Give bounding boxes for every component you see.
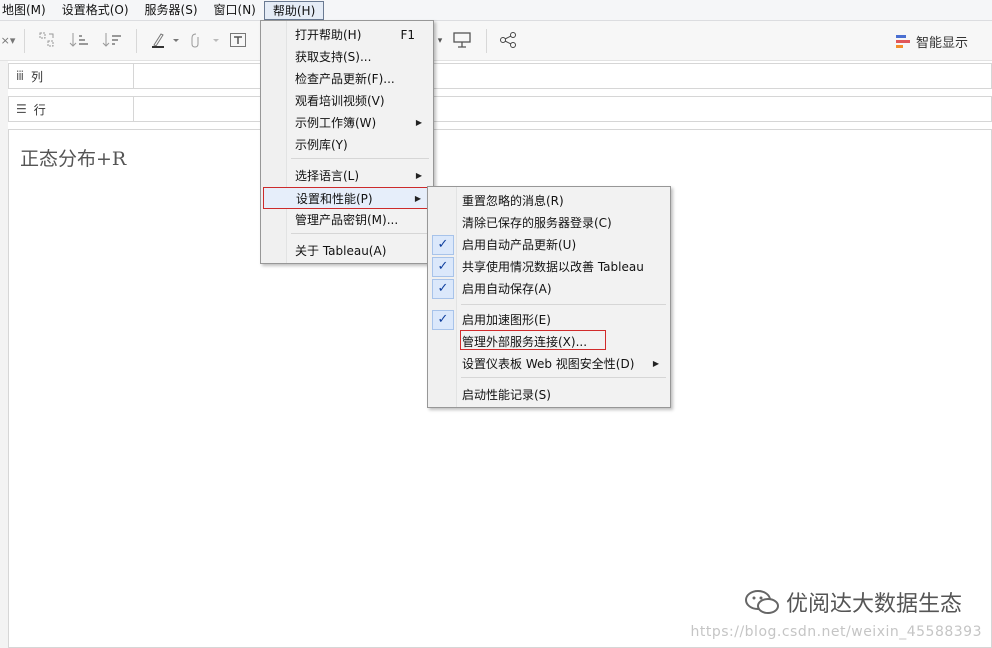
menu-window[interactable]: 窗口(N)	[206, 1, 264, 20]
menu-divider	[461, 304, 666, 305]
menu-server[interactable]: 服务器(S)	[137, 1, 206, 20]
settings-menu-item[interactable]: ✓ 启用加速图形(E)	[430, 309, 668, 331]
help-menu-item[interactable]: 选择语言(L) ▶	[263, 165, 431, 187]
help-menu-item[interactable]: 检查产品更新(F)...	[263, 68, 431, 90]
settings-menu-item[interactable]: ✓ 启用自动保存(A)	[430, 278, 668, 300]
help-menu-item[interactable]: 关于 Tableau(A)	[263, 240, 431, 262]
menu-item-label: 启用自动保存(A)	[462, 282, 552, 296]
menu-item-label: 示例工作簿(W)	[295, 116, 377, 130]
submenu-arrow-icon: ▶	[415, 171, 422, 180]
text-label-icon[interactable]	[228, 31, 248, 51]
settings-menu-item[interactable]: ✓ 共享使用情况数据以改善 Tableau	[430, 256, 668, 278]
settings-menu-item[interactable]: 清除已保存的服务器登录(C)	[430, 212, 668, 234]
columns-label-text: 列	[31, 69, 44, 84]
help-menu-item[interactable]: 管理产品密钥(M)...	[263, 209, 431, 231]
help-menu-item[interactable]: 示例工作簿(W) ▶	[263, 112, 431, 134]
menu-item-label: 选择语言(L)	[295, 169, 360, 183]
help-menu-item[interactable]: 设置和性能(P) ▶	[263, 187, 431, 209]
highlight-pen-icon[interactable]	[148, 31, 180, 51]
settings-performance-submenu: 重置忽略的消息(R) 清除已保存的服务器登录(C) ✓ 启用自动产品更新(U) ✓ 共享使…	[427, 186, 671, 408]
columns-shelf-label: iii 列	[9, 64, 134, 88]
dropdown-arrow-icon[interactable]: ▾	[436, 31, 444, 51]
presentation-mode-icon[interactable]	[451, 31, 473, 51]
attach-clip-icon[interactable]	[186, 31, 220, 51]
menu-format[interactable]: 设置格式(O)	[54, 1, 137, 20]
sort-ascending-icon[interactable]	[68, 31, 92, 51]
menu-item-label: 打开帮助(H)	[295, 28, 362, 42]
menu-item-label: 设置仪表板 Web 视图安全性(D)	[462, 357, 635, 371]
left-panel-edge	[0, 61, 8, 648]
checkmark-icon: ✓	[432, 310, 454, 330]
menu-help[interactable]: 帮助(H)	[263, 0, 325, 20]
help-menu-item[interactable]: 打开帮助(H) F1	[263, 24, 431, 46]
checkmark-icon: ✓	[432, 235, 454, 255]
menu-item-label: 启用加速图形(E)	[462, 313, 551, 327]
menu-item-label: 检查产品更新(F)...	[295, 72, 395, 86]
settings-menu-item[interactable]: 管理外部服务连接(X)...	[430, 330, 668, 353]
menu-item-label: 获取支持(S)...	[295, 50, 372, 64]
menu-item-label: 启动性能记录(S)	[462, 388, 551, 402]
highlight-box	[460, 330, 606, 350]
menu-item-shortcut: F1	[400, 28, 415, 42]
menu-item-label: 共享使用情况数据以改善 Tableau	[462, 260, 644, 274]
share-icon[interactable]	[498, 31, 518, 51]
menu-divider	[291, 233, 429, 234]
submenu-arrow-icon: ▶	[414, 194, 421, 203]
smart-show-button[interactable]: 智能显示	[895, 31, 968, 51]
help-menu-item[interactable]: 获取支持(S)...	[263, 46, 431, 68]
watermark: 优阅达大数据生态	[744, 586, 962, 618]
rows-shelf[interactable]: ☰ 行	[8, 96, 992, 122]
menu-divider	[461, 377, 666, 378]
menu-item-label: 启用自动产品更新(U)	[462, 238, 577, 252]
toolbar-separator	[24, 29, 25, 53]
sheet-title[interactable]: 正态分布+R	[20, 144, 126, 171]
help-menu: 打开帮助(H) F1 获取支持(S)... 检查产品更新(F)... 观看培训视频(V)…	[260, 20, 434, 264]
smart-show-label: 智能显示	[915, 35, 968, 51]
wechat-icon	[744, 590, 779, 614]
menu-item-label: 关于 Tableau(A)	[295, 244, 387, 258]
watermark-brand: 优阅达大数据生态	[785, 592, 962, 617]
sort-descending-icon[interactable]	[101, 31, 125, 51]
columns-shelf[interactable]: iii 列	[8, 63, 992, 89]
toolbar: ×▾ ▾ 智能显示	[0, 21, 992, 61]
swap-rows-columns-icon[interactable]	[36, 31, 58, 51]
menu-item-label: 清除已保存的服务器登录(C)	[462, 216, 612, 230]
rows-label-text: 行	[33, 102, 46, 117]
settings-menu-item[interactable]: 重置忽略的消息(R)	[430, 190, 668, 212]
smart-show-icon	[895, 34, 910, 48]
menu-item-label: 示例库(Y)	[295, 138, 348, 152]
submenu-arrow-icon: ▶	[415, 118, 422, 127]
menu-map[interactable]: 地图(M)	[0, 1, 54, 20]
help-menu-item[interactable]: 观看培训视频(V)	[263, 90, 431, 112]
menu-item-label: 管理产品密钥(M)...	[295, 213, 399, 227]
columns-icon: iii	[16, 69, 24, 83]
settings-menu-item[interactable]: 启动性能记录(S)	[430, 384, 668, 406]
clear-dropdown-icon[interactable]: ×▾	[0, 31, 16, 51]
toolbar-separator	[486, 29, 487, 53]
toolbar-separator	[136, 29, 137, 53]
settings-menu-item[interactable]: ✓ 启用自动产品更新(U)	[430, 234, 668, 256]
menu-divider	[291, 158, 429, 159]
menu-bar: 地图(M) 设置格式(O) 服务器(S) 窗口(N) 帮助(H)	[0, 0, 992, 21]
checkmark-icon: ✓	[432, 279, 454, 299]
menu-item-label: 设置和性能(P)	[296, 192, 373, 206]
rows-shelf-label: ☰ 行	[9, 97, 134, 121]
help-menu-item[interactable]: 示例库(Y)	[263, 134, 431, 156]
submenu-arrow-icon: ▶	[652, 359, 659, 368]
menu-item-label: 重置忽略的消息(R)	[462, 194, 564, 208]
rows-icon: ☰	[16, 102, 27, 116]
checkmark-icon: ✓	[432, 257, 454, 277]
watermark-url: https://blog.csdn.net/weixin_45588393	[690, 624, 982, 640]
menu-item-label: 观看培训视频(V)	[295, 94, 385, 108]
settings-menu-item[interactable]: 设置仪表板 Web 视图安全性(D) ▶	[430, 353, 668, 375]
